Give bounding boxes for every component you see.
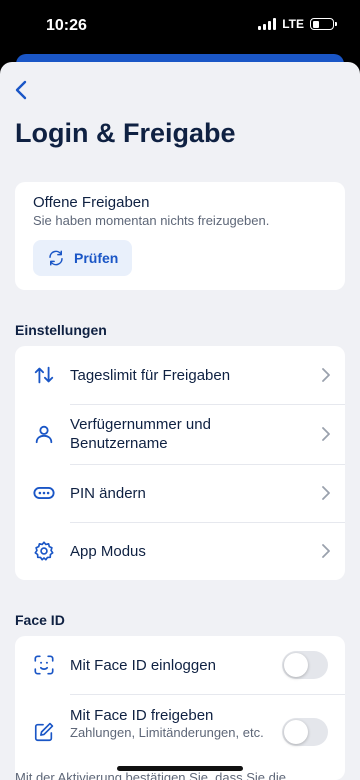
status-bar: 10:26 LTE <box>0 0 360 52</box>
pruefen-label: Prüfen <box>74 250 119 266</box>
pruefen-button[interactable]: Prüfen <box>33 240 132 276</box>
face-id-card: Mit Face ID einloggen Mit Face ID freige… <box>15 636 345 780</box>
gear-icon <box>34 541 54 561</box>
chevron-right-icon <box>322 486 330 500</box>
settings-item-label: Tageslimit für Freigaben <box>70 367 231 384</box>
face-id-login-row: Mit Face ID einloggen <box>15 636 345 694</box>
person-icon <box>35 425 53 444</box>
back-chevron-icon[interactable] <box>10 78 34 102</box>
pin-dots-icon <box>33 487 55 499</box>
chevron-right-icon <box>322 544 330 558</box>
status-time: 10:26 <box>46 17 87 34</box>
offene-freigaben-title: Offene Freigaben <box>33 194 150 211</box>
face-id-freigeben-label: Mit Face ID freigeben <box>70 707 214 724</box>
home-indicator[interactable] <box>117 766 243 771</box>
refresh-icon <box>49 250 63 266</box>
einstellungen-heading: Einstellungen <box>15 322 107 338</box>
edit-icon <box>34 722 54 742</box>
face-id-icon <box>34 655 54 675</box>
settings-item-pin[interactable]: PIN ändern <box>15 464 345 522</box>
settings-item-label: App Modus <box>70 543 146 560</box>
einstellungen-card: Tageslimit für Freigaben Verfügernummer … <box>15 346 345 580</box>
battery-icon <box>310 18 337 30</box>
chevron-right-icon <box>322 427 330 441</box>
chevron-right-icon <box>322 368 330 382</box>
face-id-freigeben-subtext: Zahlungen, Limitänderungen, etc. <box>70 725 264 740</box>
settings-item-app-modus[interactable]: App Modus <box>15 522 345 580</box>
settings-item-label: PIN ändern <box>70 485 146 502</box>
face-id-heading: Face ID <box>15 612 65 628</box>
arrows-up-down-icon <box>34 366 54 384</box>
offene-freigaben-subtitle: Sie haben momentan nichts freizugeben. <box>33 213 270 228</box>
face-id-login-label: Mit Face ID einloggen <box>70 657 216 674</box>
face-id-freigeben-text: Mit Face ID freigeben Zahlungen, Limitän… <box>70 706 270 741</box>
settings-item-tageslimit[interactable]: Tageslimit für Freigaben <box>15 346 345 404</box>
face-id-freigeben-toggle[interactable] <box>282 718 328 746</box>
status-indicators: LTE <box>258 17 337 31</box>
signal-icon <box>258 18 277 30</box>
page-title: Login & Freigabe <box>15 118 236 148</box>
login-freigabe-sheet: Login & Freigabe Offene Freigaben Sie ha… <box>0 62 360 780</box>
settings-item-verfuegernummer[interactable]: Verfügernummer und Benutzername <box>15 404 345 464</box>
face-id-login-toggle[interactable] <box>282 651 328 679</box>
offene-freigaben-card: Offene Freigaben Sie haben momentan nich… <box>15 182 345 290</box>
network-label: LTE <box>282 17 304 31</box>
footer-text: Mit der Aktivierung bestätigen Sie, dass… <box>15 770 286 780</box>
settings-item-label: Verfügernummer und Benutzername <box>70 416 211 452</box>
